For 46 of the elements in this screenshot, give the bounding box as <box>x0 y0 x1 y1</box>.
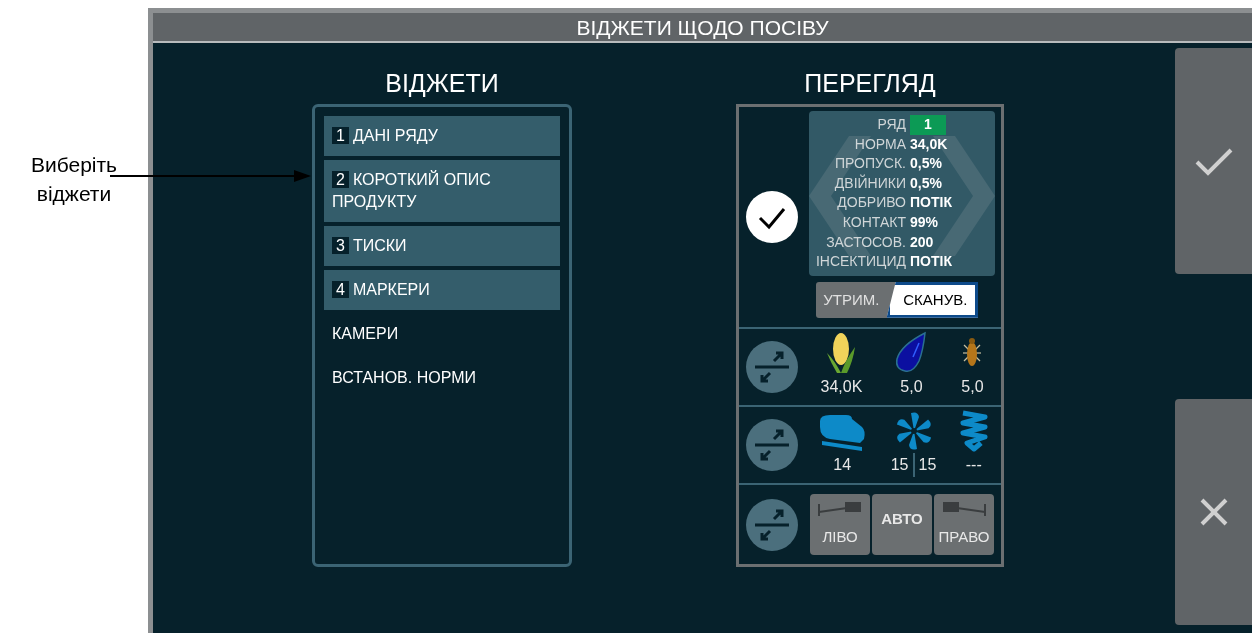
value-text: 14 <box>833 455 852 475</box>
section-title: ПЕРЕГЛЯД <box>803 68 937 99</box>
widget-item[interactable]: 3 ТИСКИ <box>324 226 560 266</box>
value-text: 15 <box>890 455 909 475</box>
cancel-button[interactable] <box>1175 399 1252 625</box>
swap-icon <box>746 341 798 393</box>
widget-item[interactable]: КАМЕРИ <box>324 314 560 354</box>
marker-button[interactable]: ЛІВО <box>810 494 870 555</box>
check-icon <box>1193 146 1234 176</box>
row-value: ПОТІК <box>910 193 952 213</box>
section-title: ВІДЖЕТИ <box>384 68 500 99</box>
row-value: 99% <box>910 212 939 232</box>
row-value: 0,5% <box>910 173 942 193</box>
row-label: ЗАСТОСОВ. <box>825 232 907 252</box>
row-value: 34,0K <box>910 134 948 154</box>
row-label: ДОБРИВО <box>836 193 907 213</box>
value-text: 15 <box>918 455 937 475</box>
widget-item[interactable]: 1 ДАНІ РЯДУ <box>324 116 560 156</box>
value-text: --- <box>965 455 982 475</box>
row-value: 200 <box>910 232 934 252</box>
row-label: КОНТАКТ <box>841 212 907 232</box>
spring-icon <box>958 409 989 453</box>
row-label: ІНСЕКТИЦИД <box>814 252 907 272</box>
callout-text: Виберіть віджети <box>29 152 119 207</box>
row-value: ПОТІК <box>910 252 952 272</box>
row-label: ПРОПУСК. <box>833 154 907 174</box>
toggle-option[interactable]: УТРИМ. <box>816 281 887 318</box>
swap-icon <box>746 419 798 471</box>
value-text: 34,0K <box>820 377 863 397</box>
row-label: НОРМА <box>853 134 907 154</box>
toggle-option[interactable]: СКАНУВ. <box>886 281 978 318</box>
marker-button[interactable]: АВТО <box>872 494 932 555</box>
row-label: РЯД <box>876 115 907 134</box>
value-text: 5,0 <box>900 377 923 397</box>
swap-icon <box>746 498 798 551</box>
close-icon <box>1198 497 1229 527</box>
value-text: 5,0 <box>961 377 984 397</box>
row-label: ДВІЙНИКИ <box>833 173 907 193</box>
marker-button[interactable]: ПРАВО <box>934 494 994 555</box>
window-title: ВІДЖЕТИ ЩОДО ПОСІВУ <box>153 13 1252 43</box>
row-badge: 1 <box>910 115 946 135</box>
row-value: 0,5% <box>910 154 942 174</box>
widget-item[interactable]: 4 МАРКЕРИ <box>324 270 560 310</box>
widget-item[interactable]: 2 КОРОТКИЙ ОПИС ПРОДУКТУ <box>324 160 560 222</box>
confirm-button[interactable] <box>1175 48 1252 274</box>
widget-item[interactable]: ВСТАНОВ. НОРМИ <box>324 358 560 398</box>
